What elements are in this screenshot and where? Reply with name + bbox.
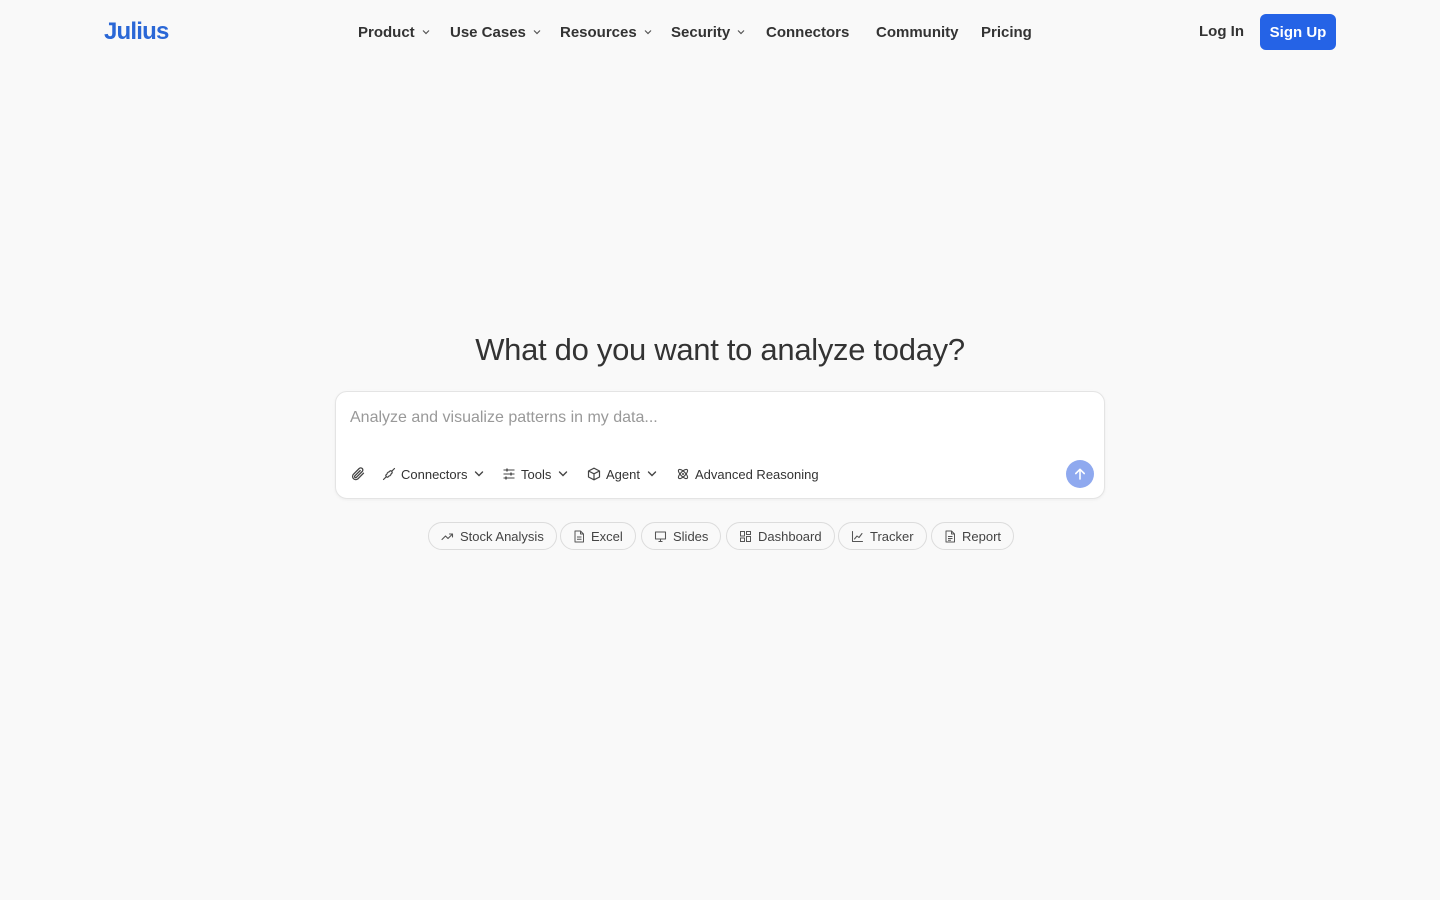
chevron-down-icon <box>422 30 430 35</box>
connectors-label: Connectors <box>401 466 468 482</box>
site-header: Julius Product Use Cases Resources Secur… <box>0 0 1440 64</box>
nav-item-label: Community <box>876 23 959 41</box>
chip-label: Dashboard <box>758 528 822 544</box>
chip-stock-analysis[interactable]: Stock Analysis <box>428 522 557 550</box>
login-link[interactable]: Log In <box>1199 20 1244 44</box>
cube-icon <box>587 467 601 481</box>
send-button[interactable] <box>1066 460 1094 488</box>
chip-label: Slides <box>673 528 709 544</box>
nav-item-use-cases[interactable]: Use Cases <box>450 20 541 44</box>
chevron-down-icon <box>644 30 652 35</box>
suggestion-chips: Stock Analysis Excel Slides Dashboard Tr… <box>0 522 1440 550</box>
chevron-down-icon <box>647 471 657 477</box>
nav-item-label: Product <box>358 23 415 41</box>
nav-item-security[interactable]: Security <box>671 20 745 44</box>
atom-icon <box>677 468 689 480</box>
nav-item-product[interactable]: Product <box>358 20 430 44</box>
chevron-down-icon <box>475 471 484 477</box>
chip-label: Stock Analysis <box>460 528 544 544</box>
attach-button[interactable] <box>350 464 366 484</box>
nav-item-label: Connectors <box>766 23 850 41</box>
tools-dropdown[interactable]: Tools <box>502 464 568 484</box>
tools-label: Tools <box>521 466 552 482</box>
line-chart-icon <box>851 530 864 542</box>
prompt-composer: Connectors Tools Agent Advanced Reasonin… <box>335 391 1105 499</box>
paperclip-icon <box>351 467 365 481</box>
chevron-down-icon <box>533 30 541 35</box>
connectors-dropdown[interactable]: Connectors <box>382 464 484 484</box>
file-icon <box>574 530 584 542</box>
agent-dropdown[interactable]: Agent <box>587 464 657 484</box>
nav-item-label: Security <box>671 23 731 41</box>
grid-icon <box>740 530 751 542</box>
prompt-input[interactable] <box>350 406 1090 430</box>
page-title: What do you want to analyze today? <box>475 332 965 367</box>
nav-item-label: Use Cases <box>450 23 526 41</box>
nav-item-community[interactable]: Community <box>876 20 959 44</box>
chip-slides[interactable]: Slides <box>641 522 722 550</box>
agent-label: Agent <box>606 466 640 482</box>
chip-label: Excel <box>591 528 623 544</box>
arrow-up-icon <box>1075 468 1085 480</box>
signup-button[interactable]: Sign Up <box>1260 14 1336 50</box>
advanced-reasoning-toggle[interactable]: Advanced Reasoning <box>676 464 819 484</box>
trending-up-icon <box>441 532 454 540</box>
chip-report[interactable]: Report <box>931 522 1015 550</box>
document-icon <box>945 530 955 542</box>
nav-item-connectors[interactable]: Connectors <box>766 20 849 44</box>
chip-dashboard[interactable]: Dashboard <box>726 522 835 550</box>
nav-item-pricing[interactable]: Pricing <box>981 20 1032 44</box>
chip-tracker[interactable]: Tracker <box>838 522 927 550</box>
presentation-icon <box>654 530 667 542</box>
advanced-reasoning-label: Advanced Reasoning <box>695 466 819 482</box>
chevron-down-icon <box>737 30 745 35</box>
nav-item-resources[interactable]: Resources <box>560 20 652 44</box>
nav-item-label: Pricing <box>981 23 1032 41</box>
chip-excel[interactable]: Excel <box>560 522 636 550</box>
chip-label: Tracker <box>870 528 914 544</box>
nav-item-label: Resources <box>560 23 637 41</box>
plug-icon <box>382 467 396 481</box>
sliders-icon <box>503 468 515 480</box>
chip-label: Report <box>962 528 1002 544</box>
chevron-down-icon <box>559 471 568 477</box>
